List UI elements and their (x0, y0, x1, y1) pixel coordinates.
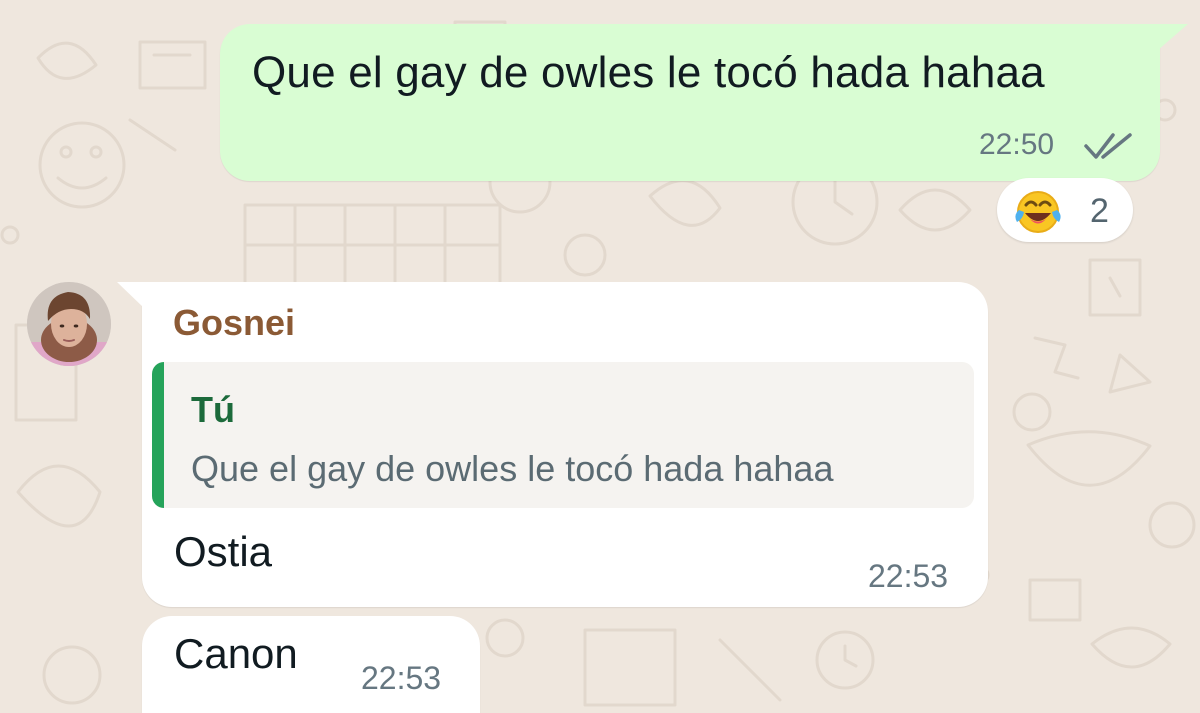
sender-name[interactable]: Gosnei (173, 302, 295, 344)
incoming-bubble-tail (117, 282, 144, 308)
message-timestamp: 22:50 (979, 128, 1055, 161)
incoming-message-text: Ostia (174, 528, 273, 575)
outgoing-bubble-tail (1158, 24, 1188, 50)
avatar[interactable] (27, 282, 111, 366)
message-timestamp: 22:53 (868, 558, 949, 594)
quoted-message-text: Que el gay de owles le tocó hada hahaa (191, 448, 834, 489)
message-timestamp: 22:53 (361, 660, 442, 696)
outgoing-message-text: Que el gay de owles le tocó hada hahaa (252, 48, 1045, 97)
quoted-message-author: Tú (191, 389, 235, 430)
quote-accent-bar (152, 362, 164, 508)
avatar-photo (27, 282, 111, 366)
reaction-count: 2 (1090, 192, 1109, 230)
face-with-tears-of-joy-icon (1015, 191, 1061, 233)
double-check-icon (1084, 133, 1132, 159)
incoming-message-text: Canon (174, 630, 298, 677)
